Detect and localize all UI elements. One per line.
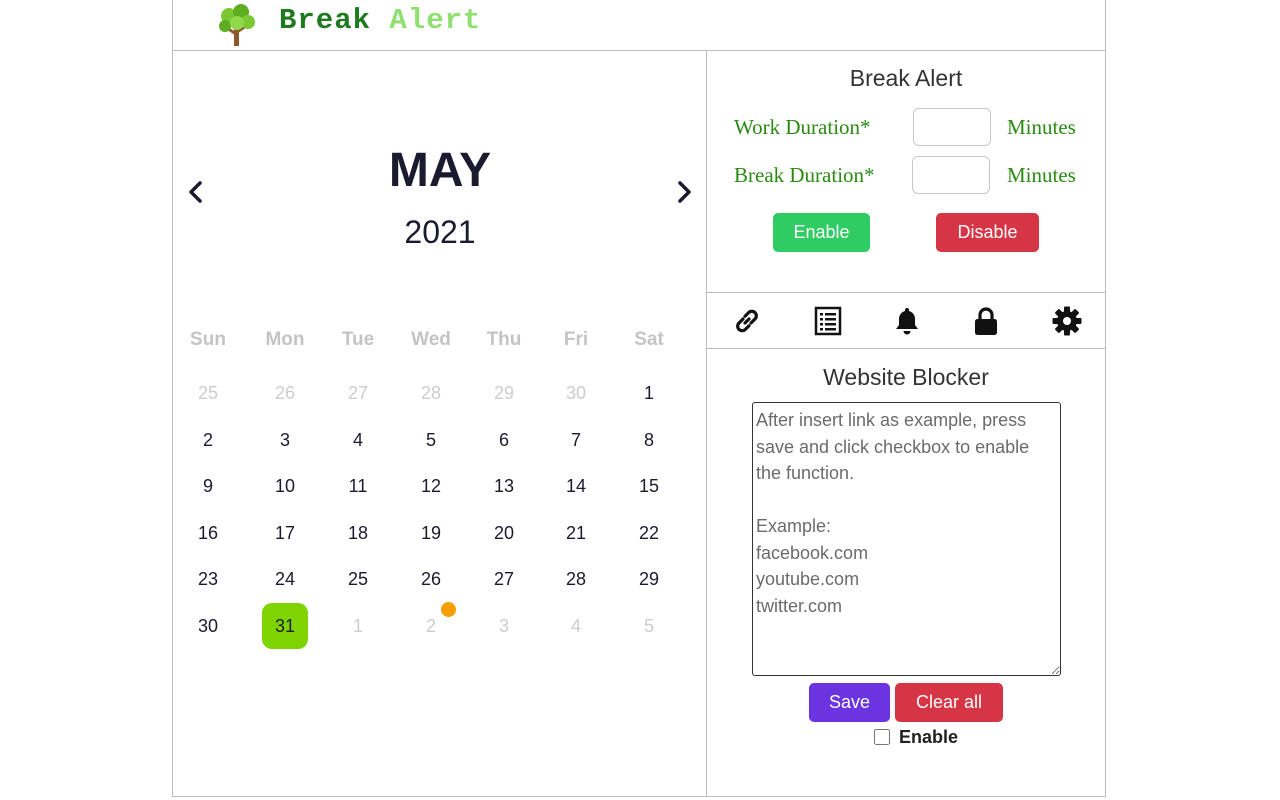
calendar-day[interactable]: 16 xyxy=(185,510,231,556)
calendar-day[interactable]: 21 xyxy=(553,510,599,556)
tree-logo-icon xyxy=(219,4,255,46)
next-month-button[interactable] xyxy=(673,179,695,205)
header: Break Alert xyxy=(173,0,1105,51)
calendar-day[interactable]: 12 xyxy=(408,463,454,509)
brand-word-break: Break xyxy=(279,4,372,37)
calendar-day[interactable]: 25 xyxy=(335,556,381,602)
clear-all-button[interactable]: Clear all xyxy=(895,683,1003,722)
blocker-enable-label: Enable xyxy=(899,727,959,747)
website-blocker-title: Website Blocker xyxy=(823,364,989,390)
lock-icon[interactable] xyxy=(970,305,1002,337)
list-icon[interactable] xyxy=(812,305,844,337)
break-duration-input[interactable] xyxy=(912,156,990,194)
calendar-day[interactable]: 30 xyxy=(185,603,231,649)
calendar-day[interactable]: 13 xyxy=(481,463,527,509)
calendar-day[interactable]: 3 xyxy=(262,417,308,463)
settings-panel: Break Alert Work Duration* Minutes Break… xyxy=(707,51,1105,796)
weekday-header: Mon xyxy=(265,329,305,350)
event-dot xyxy=(441,602,456,617)
blocked-sites-textarea[interactable] xyxy=(752,402,1061,676)
calendar-day[interactable]: 5 xyxy=(626,603,672,649)
calendar-day[interactable]: 28 xyxy=(553,556,599,602)
calendar-day[interactable]: 19 xyxy=(408,510,454,556)
calendar-day[interactable]: 5 xyxy=(408,417,454,463)
calendar-day[interactable]: 24 xyxy=(262,556,308,602)
work-duration-label: Work Duration* xyxy=(734,115,871,139)
disable-break-alert-button[interactable]: Disable xyxy=(936,213,1039,252)
calendar-day[interactable]: 27 xyxy=(481,556,527,602)
calendar-day[interactable]: 4 xyxy=(335,417,381,463)
app-frame: Break Alert MAY 2021 Sun Mon Tue Wed Thu Fri S… xyxy=(172,0,1106,797)
calendar-day[interactable]: 4 xyxy=(553,603,599,649)
calendar-day[interactable]: 8 xyxy=(626,417,672,463)
calendar-panel: MAY 2021 Sun Mon Tue Wed Thu Fri Sat 25 26 27 28 29… xyxy=(173,51,707,796)
calendar-day[interactable]: 17 xyxy=(262,510,308,556)
calendar-day-today[interactable]: 31 xyxy=(262,603,308,649)
brand-word-alert: Alert xyxy=(389,4,482,37)
blocker-enable-checkbox[interactable] xyxy=(874,729,890,745)
break-duration-label: Break Duration* xyxy=(734,163,875,187)
weekday-header: Wed xyxy=(411,329,451,350)
work-duration-input[interactable] xyxy=(913,108,991,146)
weekday-header: Tue xyxy=(341,329,375,350)
calendar-day[interactable]: 27 xyxy=(335,370,381,416)
calendar-day[interactable]: 29 xyxy=(481,370,527,416)
gear-icon[interactable] xyxy=(1051,305,1083,337)
calendar-day[interactable]: 29 xyxy=(626,556,672,602)
calendar-day[interactable]: 1 xyxy=(626,370,672,416)
calendar-day[interactable]: 1 xyxy=(335,603,381,649)
calendar-day[interactable]: 26 xyxy=(262,370,308,416)
app-title: Break Alert xyxy=(279,4,481,37)
calendar-day[interactable]: 18 xyxy=(335,510,381,556)
calendar-day[interactable]: 23 xyxy=(185,556,231,602)
link-icon[interactable] xyxy=(731,305,763,337)
calendar-day[interactable]: 25 xyxy=(185,370,231,416)
break-alert-title: Break Alert xyxy=(849,65,963,91)
work-duration-unit: Minutes xyxy=(1007,115,1076,139)
weekday-header: Fri xyxy=(563,329,589,350)
break-duration-unit: Minutes xyxy=(1007,163,1076,187)
calendar-month: MAY xyxy=(388,144,492,197)
calendar-day[interactable]: 15 xyxy=(626,463,672,509)
calendar-day[interactable]: 30 xyxy=(553,370,599,416)
calendar-day[interactable]: 3 xyxy=(481,603,527,649)
calendar-day[interactable]: 9 xyxy=(185,463,231,509)
bell-icon[interactable] xyxy=(891,305,923,337)
weekday-header: Thu xyxy=(486,329,522,350)
calendar-day[interactable]: 7 xyxy=(553,417,599,463)
save-button[interactable]: Save xyxy=(809,683,890,722)
calendar-year: 2021 xyxy=(404,214,476,250)
calendar-day[interactable]: 2 xyxy=(185,417,231,463)
calendar-day[interactable]: 14 xyxy=(553,463,599,509)
calendar-day[interactable]: 22 xyxy=(626,510,672,556)
weekday-header: Sat xyxy=(634,329,664,350)
calendar-day[interactable]: 28 xyxy=(408,370,454,416)
calendar-day[interactable]: 20 xyxy=(481,510,527,556)
feature-toolbar xyxy=(707,292,1105,349)
enable-break-alert-button[interactable]: Enable xyxy=(773,213,870,252)
weekday-header: Sun xyxy=(190,329,226,350)
calendar-day[interactable]: 6 xyxy=(481,417,527,463)
calendar-day[interactable]: 26 xyxy=(408,556,454,602)
calendar-day[interactable]: 11 xyxy=(335,463,381,509)
calendar-day[interactable]: 10 xyxy=(262,463,308,509)
